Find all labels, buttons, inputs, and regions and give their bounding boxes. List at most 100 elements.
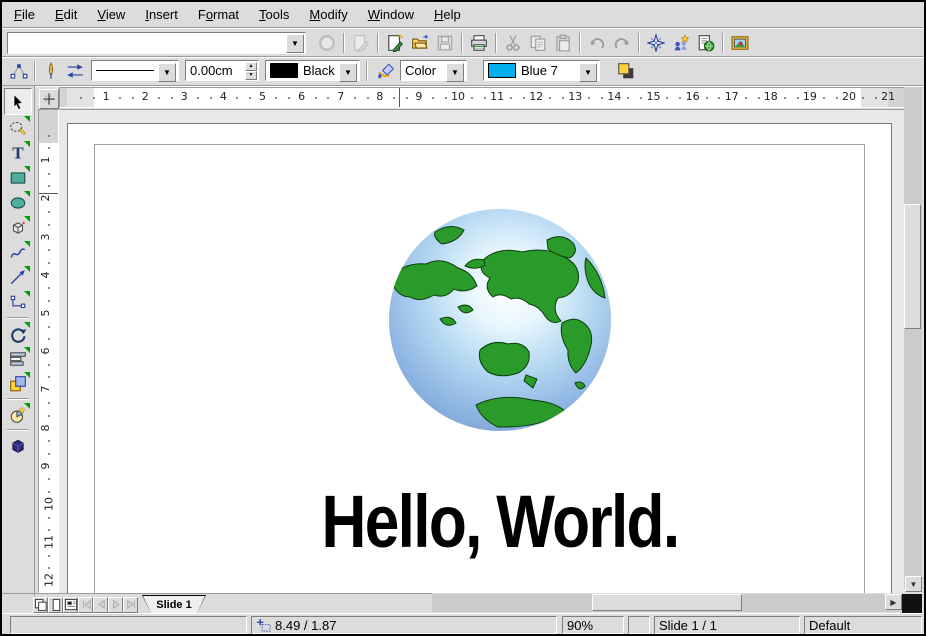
status-modify-flag (10, 616, 247, 634)
submenu-indicator-icon (24, 191, 30, 197)
line-width-spinner[interactable]: ▲▼ (245, 62, 257, 79)
tool-lines-arrows[interactable] (5, 265, 31, 290)
arrow-ends-icon (66, 62, 84, 80)
shadow-button[interactable] (614, 59, 638, 83)
fill-color-select[interactable]: Blue 7 ▼ (483, 60, 600, 81)
line-color-dropdown[interactable]: ▼ (339, 63, 357, 82)
load-url-input[interactable] (7, 32, 306, 54)
menu-format[interactable]: Format (188, 4, 249, 25)
tool-zoom[interactable] (5, 115, 31, 140)
toolbox-separator (7, 317, 29, 319)
horizontal-scroll-thumb[interactable] (592, 594, 742, 611)
vertical-ruler[interactable]: 123456789101112 (38, 109, 59, 593)
menu-insert[interactable]: Insert (135, 4, 188, 25)
new-icon (386, 34, 404, 52)
tool-3d-objects[interactable] (5, 215, 31, 240)
url-dropdown-button[interactable]: ▼ (286, 34, 304, 53)
tool-arrange[interactable] (5, 371, 31, 396)
menu-file[interactable]: File (4, 4, 45, 25)
submenu-indicator-icon (24, 116, 30, 122)
globe-graphic[interactable] (380, 200, 620, 440)
line-style-dropdown[interactable]: ▼ (158, 63, 176, 82)
h-ruler-number: 9 (415, 90, 422, 103)
status-layout-name-text: Default (809, 618, 850, 633)
v-ruler-number: 10 (43, 497, 56, 511)
horizontal-ruler[interactable]: 123456789101112131415161718192021 (59, 87, 907, 108)
ruler-origin-button[interactable] (39, 89, 59, 109)
gallery-button[interactable] (728, 31, 752, 55)
tool-rotate[interactable] (5, 321, 31, 346)
tool-text[interactable]: T (5, 140, 31, 165)
toolbar-separator (579, 33, 581, 53)
scroll-right-button[interactable]: ▶ (885, 594, 902, 610)
function-toolbar: ▼ (2, 29, 924, 56)
redo-icon (613, 34, 631, 52)
main-toolbox: T (2, 86, 35, 609)
fill-button[interactable] (374, 59, 398, 83)
edit-file-icon (352, 34, 370, 52)
vertical-scrollbar[interactable] (904, 87, 922, 589)
fill-color-dropdown[interactable]: ▼ (579, 63, 597, 82)
tool-select[interactable] (4, 88, 32, 115)
submenu-indicator-icon (24, 216, 30, 222)
menu-tools[interactable]: Tools (249, 4, 299, 25)
undo-icon (588, 34, 606, 52)
fill-style-select[interactable]: Color ▼ (400, 60, 467, 81)
open-button[interactable] (408, 31, 432, 55)
menu-modify[interactable]: Modify (299, 4, 357, 25)
autopilot-button[interactable] (669, 31, 693, 55)
h-ruler-number: 16 (686, 90, 700, 103)
tool-3d-controller[interactable] (5, 433, 31, 458)
v-ruler-number: 1 (39, 157, 52, 164)
line-color-value: Black (303, 63, 335, 78)
tool-curve[interactable] (5, 240, 31, 265)
menu-help[interactable]: Help (424, 4, 471, 25)
slide-page[interactable]: Hello, World. (67, 123, 892, 593)
view-notes-button[interactable] (48, 597, 63, 613)
line-style-select[interactable]: ▼ (91, 60, 179, 81)
new-button[interactable] (383, 31, 407, 55)
view-slide-button[interactable] (33, 597, 48, 613)
h-ruler-number: 1 (103, 90, 110, 103)
v-ruler-number: 6 (39, 348, 52, 355)
menu-edit[interactable]: Edit (45, 4, 87, 25)
nav-last-icon (124, 598, 138, 612)
status-selection-mode (628, 616, 650, 634)
cut-button (501, 31, 525, 55)
tool-rectangle[interactable] (5, 165, 31, 190)
navigator-button[interactable] (644, 31, 668, 55)
fill-can-icon (377, 62, 395, 80)
h-ruler-number: 6 (298, 90, 305, 103)
open-icon (411, 34, 429, 52)
fill-style-dropdown[interactable]: ▼ (446, 63, 464, 82)
edit-points-icon (10, 62, 28, 80)
toolbar-separator (377, 33, 379, 53)
print-button[interactable] (467, 31, 491, 55)
v-ruler-number: 5 (39, 310, 52, 317)
hyperlink-button[interactable] (694, 31, 718, 55)
submenu-indicator-icon (24, 266, 30, 272)
view-handout-button[interactable] (63, 597, 78, 613)
tool-ellipse[interactable] (5, 190, 31, 215)
slide-title-text[interactable]: Hello, World. (322, 479, 679, 564)
arrow-style-button[interactable] (63, 59, 87, 83)
horizontal-scrollbar[interactable] (432, 594, 902, 612)
slide-tab[interactable]: Slide 1 (142, 595, 206, 613)
edit-points-button[interactable] (7, 59, 31, 83)
toolbox-separator (7, 398, 29, 400)
menu-window[interactable]: Window (358, 4, 424, 25)
nav-previous-button (93, 597, 108, 613)
vertical-scroll-thumb[interactable] (904, 204, 921, 329)
line-width-field[interactable]: 0.00cm ▲▼ (185, 60, 259, 81)
line-button[interactable] (39, 59, 63, 83)
load-url-combobox[interactable]: ▼ (7, 32, 306, 54)
drawing-canvas[interactable]: Hello, World. (59, 109, 907, 593)
toolbar-separator (461, 33, 463, 53)
menu-view[interactable]: View (87, 4, 135, 25)
window-resize-corner[interactable] (902, 594, 922, 613)
line-color-select[interactable]: Black ▼ (265, 60, 360, 81)
scroll-down-button[interactable]: ▼ (905, 576, 922, 592)
tool-insert[interactable] (5, 402, 31, 427)
tool-connector[interactable] (5, 290, 31, 315)
tool-alignment[interactable] (5, 346, 31, 371)
